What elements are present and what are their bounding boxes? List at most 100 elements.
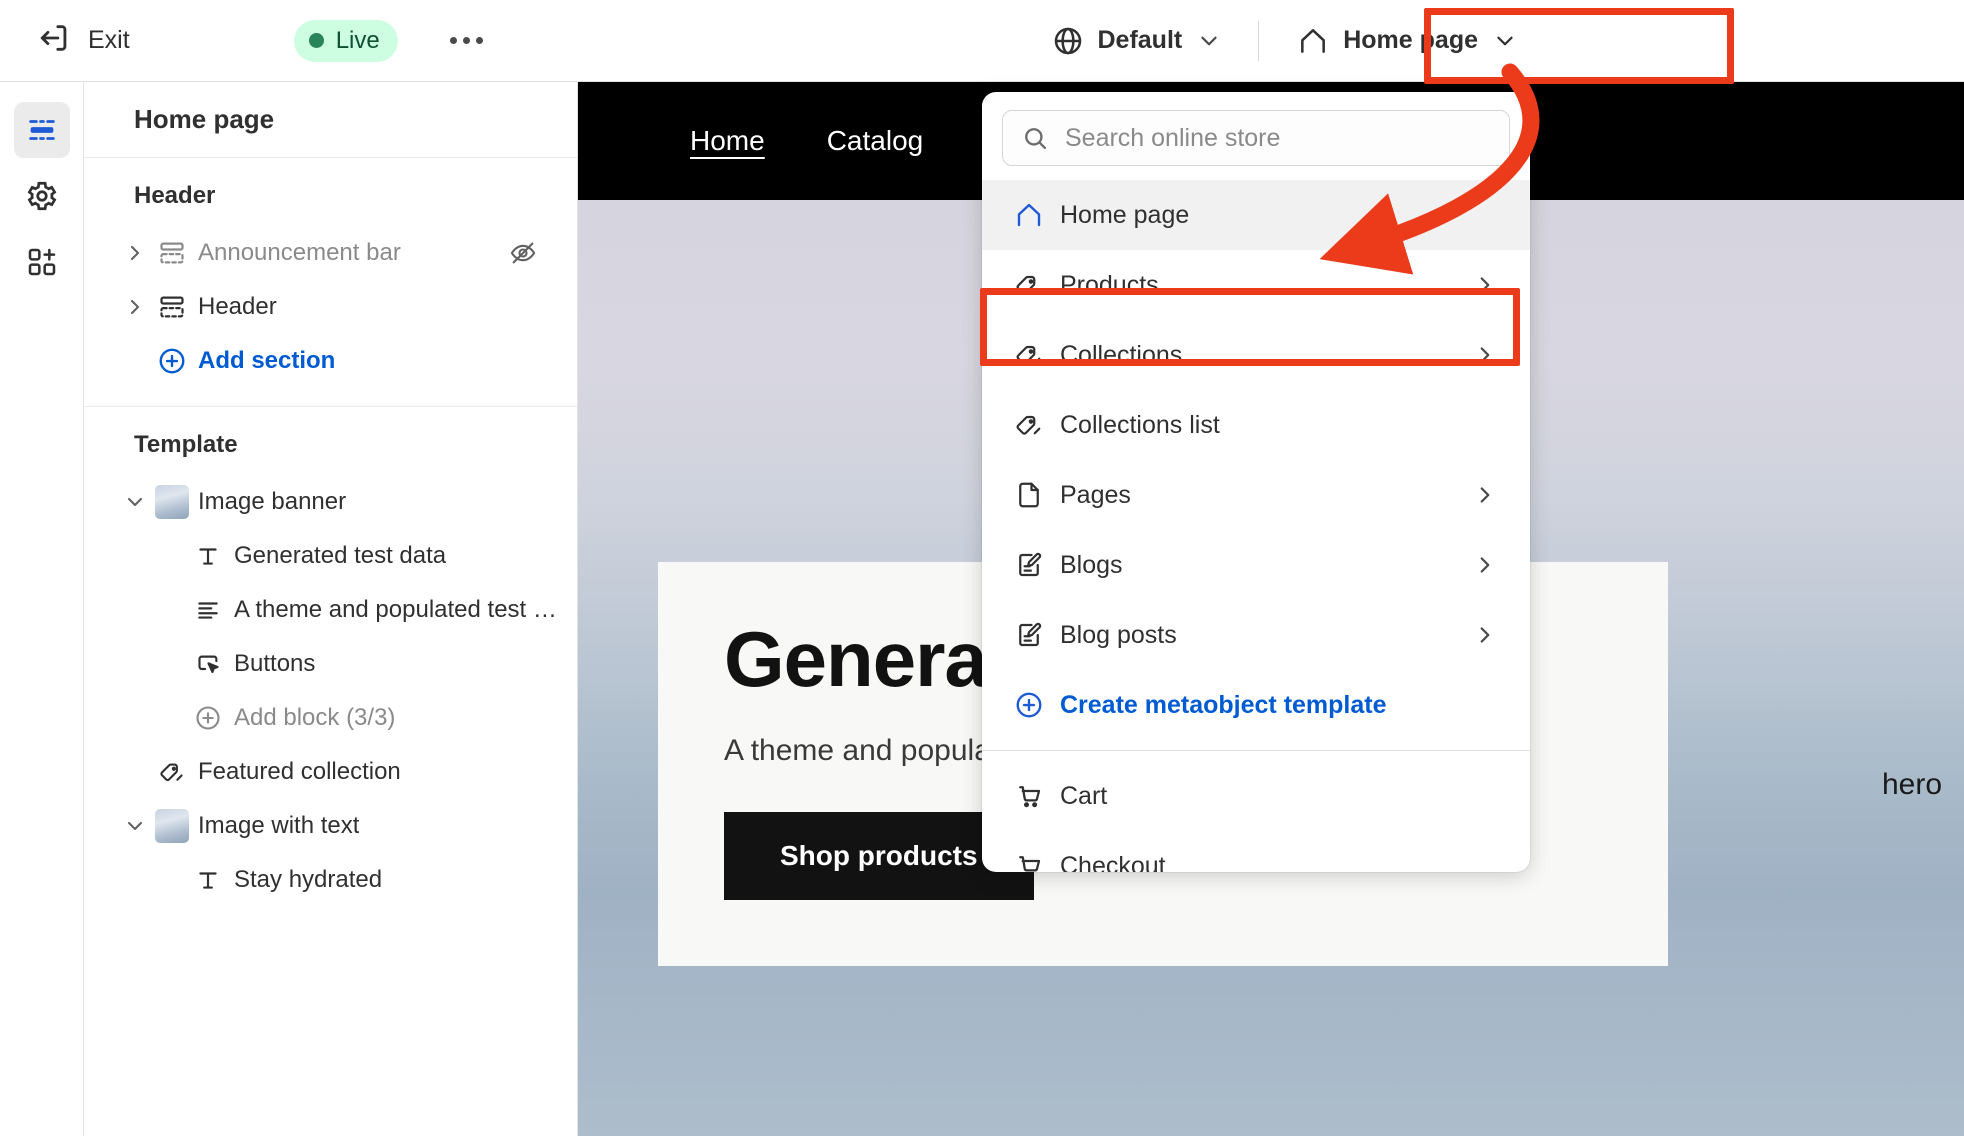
sidebar-item-announcement-bar[interactable]: Announcement bar bbox=[84, 226, 577, 280]
panel-item-label: Blog posts bbox=[1060, 621, 1177, 650]
page-selector-dropdown: Home page Products bbox=[982, 92, 1530, 872]
top-bar-right: Default Home page bbox=[1038, 0, 1964, 81]
search-field[interactable] bbox=[1002, 110, 1510, 166]
rail-button-settings[interactable] bbox=[14, 168, 70, 224]
sidebar-group-label: Header bbox=[84, 182, 577, 210]
status-badge: Live bbox=[294, 20, 398, 62]
preview-hero-right-fragment: hero bbox=[1882, 768, 1942, 802]
chevron-down-icon[interactable] bbox=[120, 490, 150, 514]
add-block-button[interactable]: Add block (3/3) bbox=[84, 691, 577, 745]
sections-icon bbox=[25, 113, 59, 147]
image-thumbnail bbox=[150, 485, 194, 519]
panel-item-blogs[interactable]: Blogs bbox=[982, 530, 1530, 600]
panel-item-label: Products bbox=[1060, 271, 1159, 300]
settings-gear-icon bbox=[25, 179, 59, 213]
sidebar-block-generated-test-data[interactable]: Generated test data bbox=[84, 529, 577, 583]
panel-item-list: Home page Products bbox=[982, 180, 1530, 872]
blog-edit-icon bbox=[1014, 620, 1060, 650]
panel-item-label: Collections list bbox=[1060, 411, 1220, 440]
panel-item-collections[interactable]: Collections bbox=[982, 320, 1530, 390]
hidden-eye-icon[interactable] bbox=[509, 239, 537, 267]
locale-label: Default bbox=[1098, 26, 1183, 55]
tag-icon bbox=[1014, 270, 1060, 300]
panel-search-wrapper bbox=[982, 92, 1530, 180]
more-horizontal-icon bbox=[450, 37, 457, 44]
sidebar-block-label: Stay hydrated bbox=[234, 866, 382, 894]
sidebar-block-paragraph[interactable]: A theme and populated test st... bbox=[84, 583, 577, 637]
button-cursor-icon bbox=[186, 651, 230, 678]
panel-item-label: Cart bbox=[1060, 782, 1107, 811]
chevron-right-icon[interactable] bbox=[120, 241, 150, 265]
sidebar-block-label: A theme and populated test st... bbox=[234, 596, 557, 624]
apps-blocks-icon bbox=[26, 246, 58, 278]
panel-item-products[interactable]: Products bbox=[982, 250, 1530, 320]
chevron-right-icon bbox=[1472, 482, 1498, 508]
panel-item-checkout[interactable]: Checkout bbox=[982, 831, 1530, 872]
globe-icon bbox=[1052, 25, 1084, 57]
page-selector-button[interactable]: Home page bbox=[1281, 16, 1534, 66]
sidebar-item-label: Image banner bbox=[198, 488, 346, 516]
text-icon bbox=[186, 867, 230, 893]
exit-icon bbox=[38, 21, 72, 60]
sidebar-item-label: Featured collection bbox=[198, 758, 401, 786]
section-icon bbox=[150, 293, 194, 321]
page-selector-label: Home page bbox=[1343, 26, 1478, 55]
sidebar-group-header: Header Announcement bar bbox=[84, 158, 577, 407]
sidebar-block-buttons[interactable]: Buttons bbox=[84, 637, 577, 691]
panel-item-label: Pages bbox=[1060, 481, 1131, 510]
cart-icon bbox=[1014, 781, 1060, 811]
sidebar-item-image-with-text[interactable]: Image with text bbox=[84, 799, 577, 853]
exit-label: Exit bbox=[88, 26, 130, 55]
theme-editor-app: Exit Live Defa bbox=[0, 0, 1964, 1136]
home-icon bbox=[1297, 25, 1329, 57]
sidebar-block-stay-hydrated[interactable]: Stay hydrated bbox=[84, 853, 577, 907]
chevron-down-icon bbox=[1492, 28, 1518, 54]
collection-tag-icon bbox=[1014, 410, 1060, 440]
sidebar-title: Home page bbox=[134, 104, 274, 135]
rail-button-apps[interactable] bbox=[14, 234, 70, 290]
panel-item-blog-posts[interactable]: Blog posts bbox=[982, 600, 1530, 670]
sidebar-item-label: Header bbox=[198, 293, 277, 321]
cart-icon bbox=[1014, 851, 1060, 872]
chevron-down-icon[interactable] bbox=[120, 814, 150, 838]
preview-nav-home[interactable]: Home bbox=[690, 125, 765, 157]
sidebar-item-header[interactable]: Header bbox=[84, 280, 577, 334]
page-icon bbox=[1014, 480, 1060, 510]
more-horizontal-icon bbox=[476, 37, 483, 44]
more-options-button[interactable] bbox=[438, 31, 495, 50]
add-section-button[interactable]: Add section bbox=[84, 334, 577, 388]
panel-item-home-page[interactable]: Home page bbox=[982, 180, 1530, 250]
panel-item-pages[interactable]: Pages bbox=[982, 460, 1530, 530]
sidebar-block-label: Buttons bbox=[234, 650, 315, 678]
chevron-right-icon bbox=[1472, 272, 1498, 298]
sidebar-item-image-banner[interactable]: Image banner bbox=[84, 475, 577, 529]
create-metaobject-template-button[interactable]: Create metaobject template bbox=[982, 670, 1530, 740]
locale-selector[interactable]: Default bbox=[1038, 16, 1237, 66]
chevron-down-icon bbox=[1196, 28, 1222, 54]
sidebar-item-label: Image with text bbox=[198, 812, 359, 840]
sidebar-title-row: Home page bbox=[84, 82, 577, 158]
text-icon bbox=[186, 543, 230, 569]
chevron-right-icon bbox=[1472, 622, 1498, 648]
sidebar-item-featured-collection[interactable]: Featured collection bbox=[84, 745, 577, 799]
chevron-right-icon bbox=[1472, 342, 1498, 368]
panel-item-label: Collections bbox=[1060, 341, 1182, 370]
more-horizontal-icon bbox=[463, 37, 470, 44]
circle-plus-icon bbox=[186, 704, 230, 732]
sidebar-panel: Home page Header Announcement bar bbox=[84, 82, 578, 1136]
rail-button-sections[interactable] bbox=[14, 102, 70, 158]
sidebar-item-label: Announcement bar bbox=[198, 239, 401, 267]
preview-nav-catalog[interactable]: Catalog bbox=[827, 125, 924, 157]
blog-edit-icon bbox=[1014, 550, 1060, 580]
chevron-right-icon[interactable] bbox=[120, 295, 150, 319]
home-icon bbox=[1014, 200, 1060, 230]
panel-item-cart[interactable]: Cart bbox=[982, 761, 1530, 831]
search-input[interactable] bbox=[1065, 124, 1491, 153]
top-bar-left: Exit Live bbox=[0, 0, 495, 81]
exit-button[interactable]: Exit bbox=[28, 13, 140, 68]
sidebar-block-label: Generated test data bbox=[234, 542, 446, 570]
top-bar: Exit Live Defa bbox=[0, 0, 1964, 82]
collection-tag-icon bbox=[150, 758, 194, 786]
panel-item-collections-list[interactable]: Collections list bbox=[982, 390, 1530, 460]
status-label: Live bbox=[336, 27, 380, 55]
